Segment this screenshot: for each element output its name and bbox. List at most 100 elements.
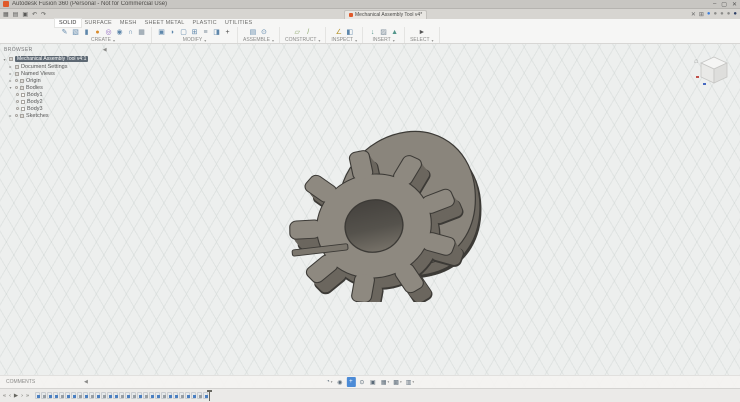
timeline-feature-icon[interactable] <box>89 392 95 399</box>
zoom-icon[interactable]: ⊙ <box>358 377 367 387</box>
browser-collapse-icon[interactable]: ◀ <box>103 47 107 53</box>
timeline-feature-icon[interactable] <box>107 392 113 399</box>
ribbon-tab[interactable]: SURFACE <box>81 19 116 27</box>
timeline-feature-icon[interactable] <box>125 392 131 399</box>
timeline-feature-icon[interactable] <box>203 392 209 399</box>
timeline-feature-icon[interactable] <box>35 392 41 399</box>
viewports-icon[interactable]: ▥ ▾ <box>405 377 415 387</box>
browser-item-origin[interactable]: ▸ Origin <box>2 77 110 84</box>
undo-icon[interactable]: ↶ <box>32 11 37 18</box>
timeline-feature-icon[interactable] <box>83 392 89 399</box>
pattern-icon[interactable]: ▦ <box>137 28 146 37</box>
gear-model[interactable] <box>282 122 482 302</box>
skip-to-start-icon[interactable]: « <box>3 393 6 399</box>
timeline-feature-icon[interactable] <box>191 392 197 399</box>
browser-item-named-views[interactable]: ▸ Named Views <box>2 70 110 77</box>
grid-snaps-icon[interactable]: ▩ ▾ <box>392 377 402 387</box>
view-cube[interactable]: ⌂ <box>694 50 734 90</box>
split-body-icon[interactable]: ◨ <box>212 28 221 37</box>
torus-icon[interactable]: ◎ <box>104 28 113 37</box>
visibility-bulb-icon[interactable] <box>16 100 19 103</box>
close-icon[interactable]: ✕ <box>732 1 737 8</box>
timeline-feature-icon[interactable] <box>179 392 185 399</box>
timeline-feature-icon[interactable] <box>41 392 47 399</box>
visibility-bulb-icon[interactable] <box>15 114 18 117</box>
browser-root-node[interactable]: ▾ Mechanical Assembly Tool v4:1 <box>2 55 110 63</box>
shell-icon[interactable]: ▢ <box>179 28 188 37</box>
visibility-bulb-icon[interactable] <box>16 93 19 96</box>
new-component-icon[interactable]: ▤ <box>248 28 257 37</box>
model-viewport[interactable]: BROWSER ◀ ▾ Mechanical Assembly Tool v4:… <box>0 44 740 388</box>
data-panel-icon[interactable]: ▦ <box>3 11 9 18</box>
maximize-icon[interactable]: ▢ <box>721 1 727 8</box>
axis-icon[interactable]: / <box>304 28 313 37</box>
browser-item-sketches[interactable]: ▸ Sketches <box>2 112 110 119</box>
assemble-dropdown[interactable]: ASSEMBLE ▾ <box>243 37 274 44</box>
expand-arrow-icon[interactable]: ▾ <box>8 85 13 90</box>
offset-plane-icon[interactable]: ▱ <box>293 28 302 37</box>
create-sketch-icon[interactable]: ✎ <box>60 28 69 37</box>
expand-arrow-icon[interactable]: ▸ <box>8 64 13 69</box>
move-copy-icon[interactable]: + <box>223 28 232 37</box>
job-status-icon[interactable]: ● <box>714 11 718 17</box>
timeline-feature-icon[interactable] <box>113 392 119 399</box>
step-forward-icon[interactable]: › <box>21 393 23 399</box>
joint-icon[interactable]: ⊙ <box>259 28 268 37</box>
timeline-feature-icon[interactable] <box>59 392 65 399</box>
visibility-bulb-icon[interactable] <box>16 107 19 110</box>
timeline-feature-icon[interactable] <box>47 392 53 399</box>
fit-icon[interactable]: ▣ <box>369 377 378 387</box>
redo-icon[interactable]: ↷ <box>41 11 46 18</box>
timeline-feature-icon[interactable] <box>95 392 101 399</box>
offset-face-icon[interactable]: ≡ <box>201 28 210 37</box>
timeline-feature-icon[interactable] <box>155 392 161 399</box>
box-icon[interactable]: ▧ <box>71 28 80 37</box>
sphere-icon[interactable]: ● <box>93 28 102 37</box>
press-pull-icon[interactable]: ▣ <box>157 28 166 37</box>
timeline-feature-icon[interactable] <box>149 392 155 399</box>
pipe-icon[interactable]: ∩ <box>126 28 135 37</box>
insert-dropdown[interactable]: INSERT ▾ <box>372 37 394 44</box>
play-icon[interactable]: ▶ <box>14 393 18 399</box>
ribbon-tab[interactable]: UTILITIES <box>221 19 256 27</box>
section-analysis-icon[interactable]: ◧ <box>345 28 354 37</box>
timeline-feature-icon[interactable] <box>173 392 179 399</box>
timeline-feature-icon[interactable] <box>53 392 59 399</box>
expand-arrow-icon[interactable]: ▸ <box>8 78 13 83</box>
timeline-feature-icon[interactable] <box>131 392 137 399</box>
browser-item-body[interactable]: Body1 <box>2 91 110 98</box>
create-dropdown[interactable]: CREATE ▾ <box>91 37 115 44</box>
coil-icon[interactable]: ◉ <box>115 28 124 37</box>
timeline-feature-icon[interactable] <box>101 392 107 399</box>
visibility-bulb-icon[interactable] <box>15 86 18 89</box>
expand-arrow-icon[interactable]: ▾ <box>2 57 7 62</box>
timeline-feature-icon[interactable] <box>77 392 83 399</box>
ribbon-tab[interactable]: MESH <box>116 19 141 27</box>
decal-icon[interactable]: ▨ <box>379 28 388 37</box>
comments-collapse-icon[interactable]: ◀ <box>84 379 88 385</box>
browser-item-body[interactable]: Body3 <box>2 105 110 112</box>
display-settings-icon[interactable]: ▦ ▾ <box>380 377 390 387</box>
inspect-dropdown[interactable]: INSPECT ▾ <box>331 37 357 44</box>
skip-to-end-icon[interactable]: » <box>26 393 29 399</box>
minimize-icon[interactable]: – <box>713 1 716 8</box>
timeline-feature-icon[interactable] <box>143 392 149 399</box>
ribbon-tab[interactable]: SHEET METAL <box>141 19 189 27</box>
look-at-icon[interactable]: ◉ <box>336 377 345 387</box>
visibility-bulb-icon[interactable] <box>15 79 18 82</box>
timeline-feature-icon[interactable] <box>167 392 173 399</box>
comments-label[interactable]: COMMENTS <box>6 379 35 385</box>
step-back-icon[interactable]: ‹ <box>9 393 11 399</box>
profile-avatar[interactable]: ● <box>733 11 737 17</box>
help-icon[interactable]: ● <box>727 11 731 17</box>
browser-item-body[interactable]: Body2 <box>2 98 110 105</box>
fillet-icon[interactable]: ◗ <box>168 28 177 37</box>
insert-mesh-icon[interactable]: ▲ <box>390 28 399 37</box>
select-dropdown[interactable]: SELECT ▾ <box>410 37 433 44</box>
timeline-feature-icon[interactable] <box>197 392 203 399</box>
pan-icon[interactable]: + <box>346 377 356 387</box>
select-icon[interactable]: ► <box>417 28 426 37</box>
measure-icon[interactable]: ∠ <box>334 28 343 37</box>
orbit-icon[interactable]: ◔ ▾ <box>325 377 334 387</box>
modify-dropdown[interactable]: MODIFY ▾ <box>183 37 206 44</box>
